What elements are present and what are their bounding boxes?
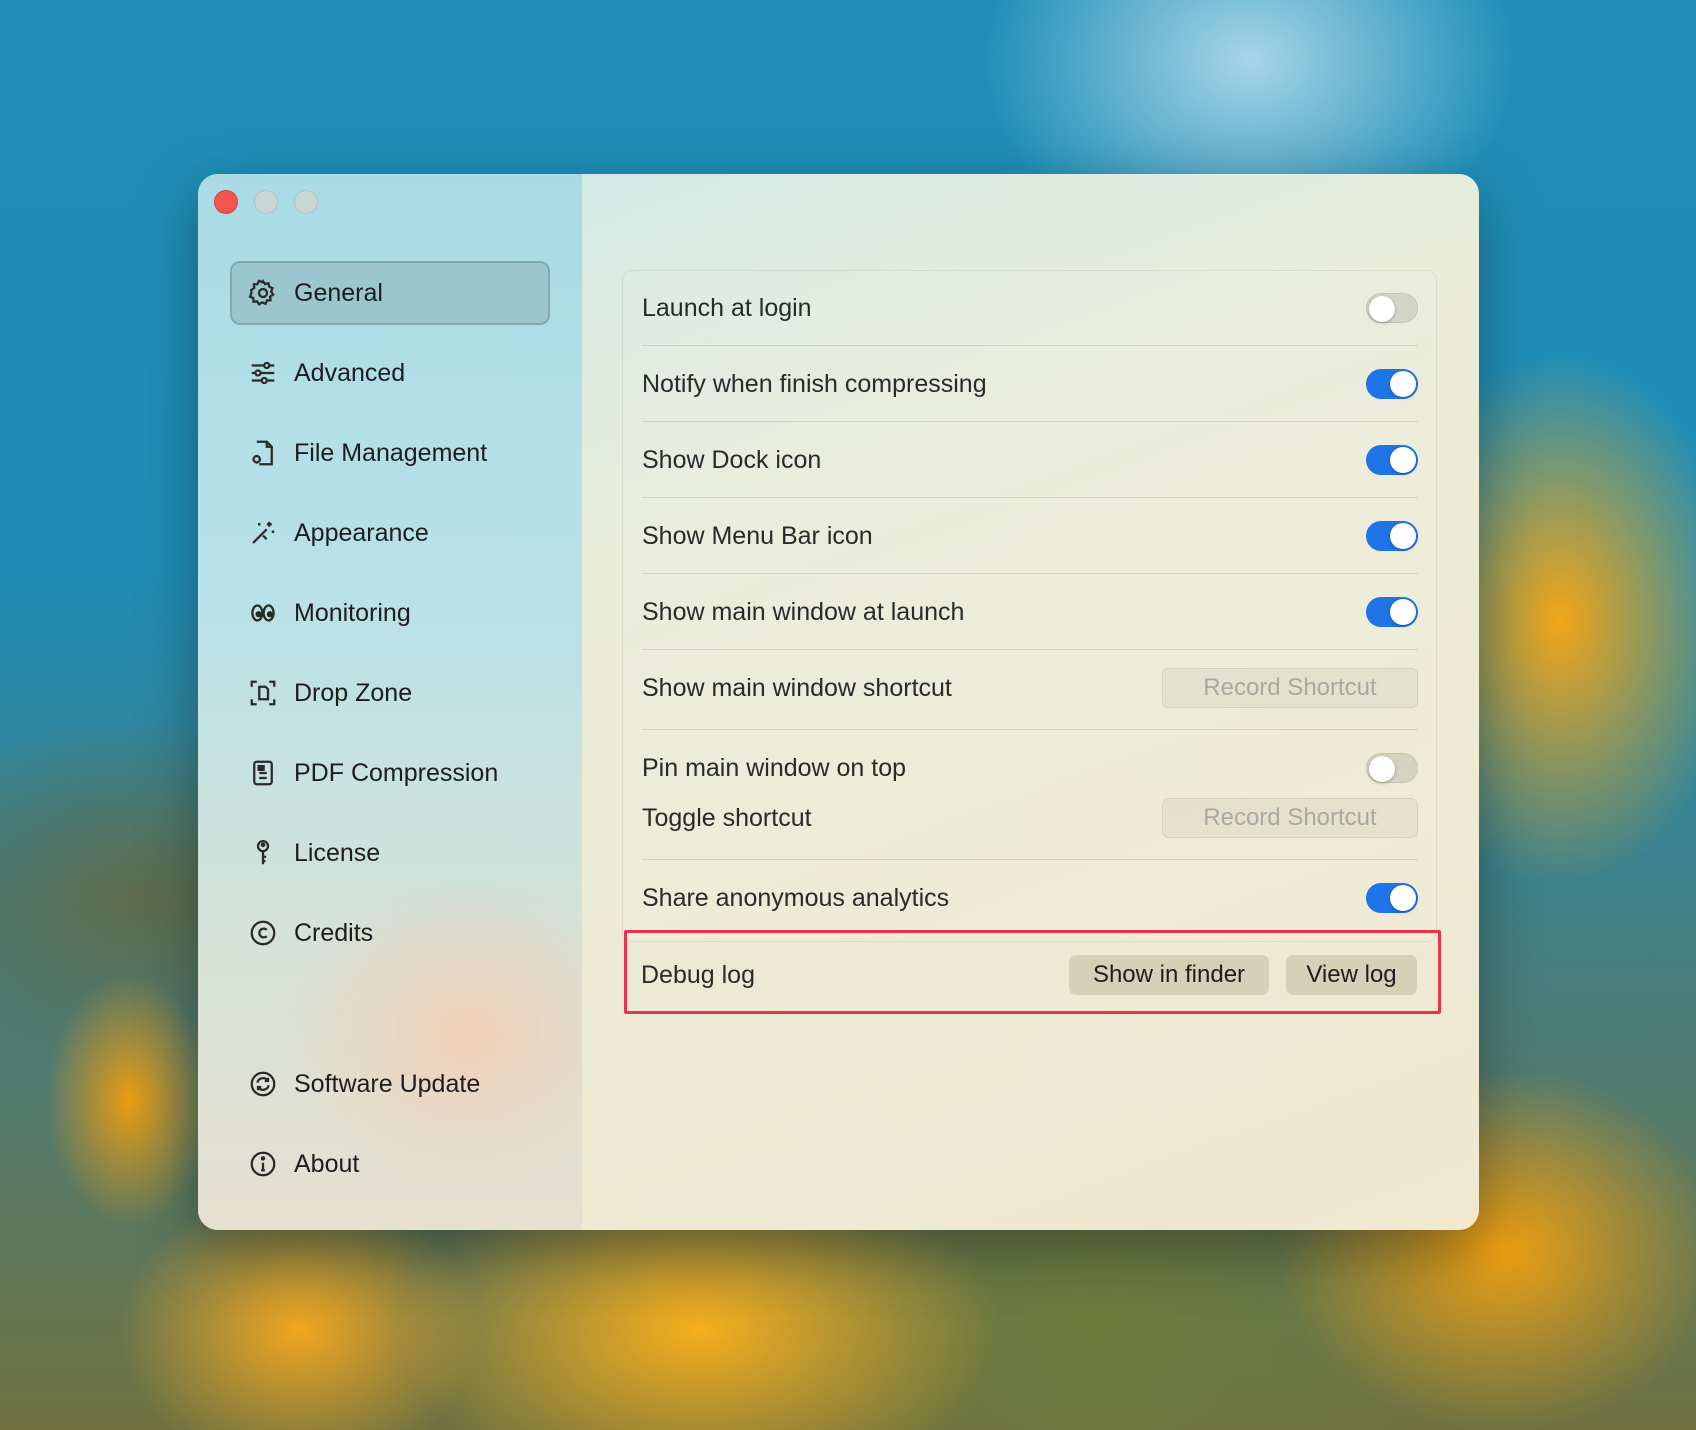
general-settings-pane: Launch at login Notify when finish compr… [582, 174, 1479, 1230]
show-dock-icon-toggle[interactable] [1366, 445, 1418, 475]
file-gear-icon [248, 438, 278, 468]
sidebar-item-label: PDF Compression [294, 758, 499, 787]
debug-log-highlight [624, 930, 1441, 1014]
gear-icon [248, 278, 278, 308]
sidebar: General Advanced File Management Appeara… [198, 174, 582, 1230]
sidebar-item-label: Credits [294, 918, 374, 947]
setting-show-main-window-shortcut: Show main window shortcut Record Shortcu… [642, 665, 1418, 711]
info-icon [248, 1149, 278, 1179]
setting-pin-main-window: Pin main window on top [642, 745, 1418, 791]
sidebar-item-label: Monitoring [294, 598, 411, 627]
setting-label: Launch at login [642, 293, 812, 322]
sidebar-item-general[interactable]: General [230, 261, 550, 325]
setting-label: Pin main window on top [642, 753, 907, 782]
settings-window: General Advanced File Management Appeara… [198, 174, 1479, 1230]
setting-toggle-shortcut: Toggle shortcut Record Shortcut [642, 795, 1418, 841]
sidebar-item-label: File Management [294, 438, 488, 467]
setting-label: Share anonymous analytics [642, 883, 950, 912]
setting-share-analytics: Share anonymous analytics [642, 875, 1418, 921]
setting-label: Show main window at launch [642, 597, 965, 626]
record-toggle-shortcut-button[interactable]: Record Shortcut [1162, 798, 1418, 838]
sidebar-item-label: Drop Zone [294, 678, 413, 707]
sidebar-item-software-update[interactable]: Software Update [230, 1052, 550, 1116]
sidebar-item-pdf-compression[interactable]: PDF Compression [230, 741, 550, 805]
sidebar-item-advanced[interactable]: Advanced [230, 341, 550, 405]
setting-show-dock-icon: Show Dock icon [642, 437, 1418, 483]
sidebar-item-label: Appearance [294, 518, 429, 547]
sidebar-item-label: Software Update [294, 1069, 481, 1098]
notify-finish-toggle[interactable] [1366, 369, 1418, 399]
pin-main-window-toggle[interactable] [1366, 753, 1418, 783]
sidebar-item-label: License [294, 838, 381, 867]
setting-show-main-window-launch: Show main window at launch [642, 589, 1418, 635]
sidebar-item-label: General [294, 278, 383, 307]
sidebar-item-license[interactable]: License [230, 821, 550, 885]
share-analytics-toggle[interactable] [1366, 883, 1418, 913]
setting-label: Notify when finish compressing [642, 369, 987, 398]
setting-launch-at-login: Launch at login [642, 285, 1418, 331]
setting-notify-finish: Notify when finish compressing [642, 361, 1418, 407]
show-menu-bar-icon-toggle[interactable] [1366, 521, 1418, 551]
sidebar-nav: General Advanced File Management Appeara… [230, 261, 550, 981]
key-icon [248, 838, 278, 868]
sidebar-bottom-nav: Software Update About [230, 1052, 550, 1212]
eyes-icon [248, 598, 278, 628]
setting-label: Show main window shortcut [642, 673, 952, 702]
sidebar-item-appearance[interactable]: Appearance [230, 501, 550, 565]
setting-label: Toggle shortcut [642, 803, 812, 832]
sliders-icon [248, 358, 278, 388]
sidebar-item-monitoring[interactable]: Monitoring [230, 581, 550, 645]
magic-wand-icon [248, 518, 278, 548]
setting-label: Show Dock icon [642, 445, 822, 474]
drop-zone-icon [248, 678, 278, 708]
sidebar-item-label: Advanced [294, 358, 406, 387]
refresh-icon [248, 1069, 278, 1099]
show-main-window-launch-toggle[interactable] [1366, 597, 1418, 627]
sidebar-item-label: About [294, 1149, 360, 1178]
sidebar-item-about[interactable]: About [230, 1132, 550, 1196]
settings-panel: Launch at login Notify when finish compr… [622, 270, 1437, 942]
copyright-icon [248, 918, 278, 948]
record-shortcut-button[interactable]: Record Shortcut [1162, 668, 1418, 708]
zoom-button[interactable] [294, 190, 318, 214]
sidebar-item-drop-zone[interactable]: Drop Zone [230, 661, 550, 725]
window-controls [214, 190, 318, 214]
sidebar-item-credits[interactable]: Credits [230, 901, 550, 965]
launch-at-login-toggle[interactable] [1366, 293, 1418, 323]
setting-show-menu-bar-icon: Show Menu Bar icon [642, 513, 1418, 559]
setting-label: Show Menu Bar icon [642, 521, 873, 550]
sidebar-item-file-management[interactable]: File Management [230, 421, 550, 485]
close-button[interactable] [214, 190, 238, 214]
document-icon [248, 758, 278, 788]
minimize-button[interactable] [254, 190, 278, 214]
